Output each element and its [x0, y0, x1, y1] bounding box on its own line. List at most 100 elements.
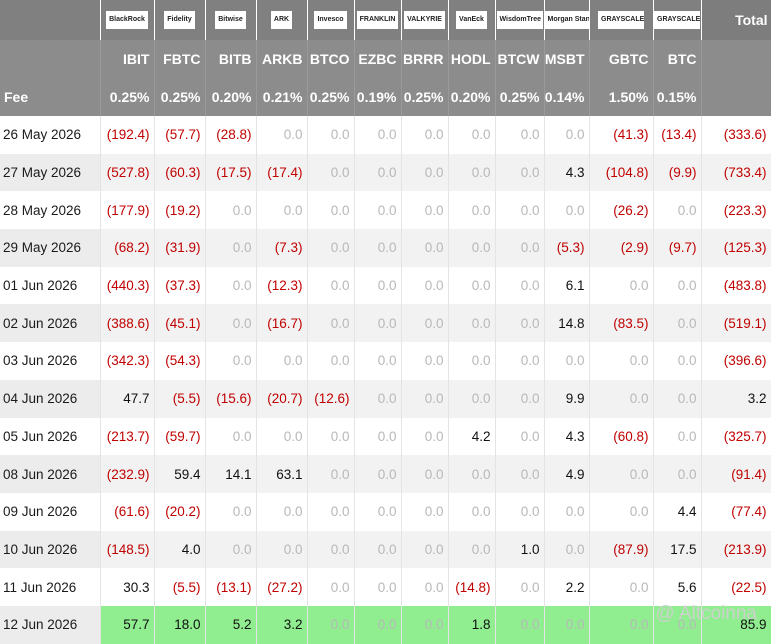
row-total: (125.3): [701, 229, 771, 267]
flow-value: 0.0: [256, 492, 308, 531]
fee-value: 0.25%: [307, 78, 355, 116]
flow-value: 0.0: [589, 568, 654, 606]
flow-value: 0.0: [495, 229, 545, 267]
flow-value: (60.8): [589, 417, 654, 456]
flow-value: 0.0: [495, 153, 545, 192]
fee-row: Fee 0.25% 0.25% 0.20% 0.21% 0.25% 0.19% 0.25% 0.…: [0, 78, 771, 116]
ticker-header: BTCW: [495, 40, 545, 78]
row-date: 01 Jun 2026: [0, 266, 101, 305]
row-total: (325.7): [701, 417, 771, 456]
row-date: 10 Jun 2026: [0, 530, 101, 569]
issuer-logo-cell: VALKYRIE: [401, 0, 449, 40]
flow-value: 0.0: [401, 191, 449, 230]
flow-value: 0.0: [495, 605, 545, 644]
flow-value: 0.0: [401, 266, 449, 305]
fee-value: 0.14%: [544, 78, 590, 116]
flow-value: 4.3: [544, 153, 590, 192]
etf-flows-table: BlackRock Fidelity Bitwise ARK Invesco FRANKL…: [0, 0, 771, 644]
flow-value: (177.9): [100, 191, 155, 230]
flow-value: 0.0: [448, 153, 496, 192]
flow-value: (41.3): [589, 116, 654, 154]
fee-value: 0.25%: [100, 78, 155, 116]
table-row: 09 Jun 2026 (61.6) (20.2) 0.0 0.0 0.0 0.0 0.0 0.…: [0, 492, 771, 531]
flow-value: (16.7): [256, 304, 308, 343]
flow-value: 0.0: [307, 530, 355, 569]
table-row: 05 Jun 2026 (213.7) (59.7) 0.0 0.0 0.0 0.0 0.0 4…: [0, 417, 771, 456]
flow-value: 0.0: [448, 304, 496, 343]
ticker-corner: [0, 40, 101, 78]
flow-value: 0.0: [401, 530, 449, 569]
issuer-logo: ARK: [270, 10, 293, 29]
flow-value: 0.0: [495, 492, 545, 531]
flow-value: 0.0: [307, 229, 355, 267]
flow-value: 0.0: [653, 417, 702, 456]
flow-value: 0.0: [495, 417, 545, 456]
flow-value: 0.0: [205, 342, 257, 380]
ticker-header: MSBT: [544, 40, 590, 78]
flow-value: 0.0: [307, 153, 355, 192]
flow-value: 0.0: [354, 605, 402, 644]
flow-value: (12.3): [256, 266, 308, 305]
flow-value: 0.0: [589, 455, 654, 493]
flow-value: 63.1: [256, 455, 308, 493]
flow-value: 0.0: [256, 191, 308, 230]
flow-value: 0.0: [354, 417, 402, 456]
flow-value: 0.0: [448, 266, 496, 305]
flow-value: 1.0: [495, 530, 545, 569]
flow-value: (5.5): [154, 379, 206, 418]
row-date: 03 Jun 2026: [0, 342, 101, 380]
flow-value: 0.0: [653, 191, 702, 230]
flow-value: 0.0: [653, 342, 702, 380]
flow-value: 0.0: [307, 266, 355, 305]
flow-value: 47.7: [100, 379, 155, 418]
issuer-logo: Morgan Stanley: [544, 10, 588, 29]
row-date: 05 Jun 2026: [0, 417, 101, 456]
flow-value: 0.0: [589, 605, 654, 644]
flow-value: 0.0: [256, 342, 308, 380]
flow-value: 0.0: [354, 191, 402, 230]
flow-value: 0.0: [354, 530, 402, 569]
flow-value: (57.7): [154, 116, 206, 154]
ticker-header: IBIT: [100, 40, 155, 78]
flow-value: 0.0: [307, 492, 355, 531]
flow-value: (61.6): [100, 492, 155, 531]
issuer-logo: GRAYSCALE: [654, 10, 700, 29]
flow-value: 0.0: [401, 116, 449, 154]
fee-value: 0.15%: [653, 78, 702, 116]
flow-value: 0.0: [589, 492, 654, 531]
flow-value: (527.8): [100, 153, 155, 192]
flow-value: 0.0: [256, 116, 308, 154]
ticker-header: FBTC: [154, 40, 206, 78]
fee-value: 1.50%: [589, 78, 654, 116]
table-row: 03 Jun 2026 (342.3) (54.3) 0.0 0.0 0.0 0.0 0.0 0…: [0, 342, 771, 380]
flow-value: 0.0: [448, 191, 496, 230]
flow-value: 0.0: [653, 455, 702, 493]
flow-value: (26.2): [589, 191, 654, 230]
flow-value: 0.0: [495, 568, 545, 606]
flow-value: 0.0: [448, 116, 496, 154]
flow-value: 0.0: [495, 116, 545, 154]
flow-value: 0.0: [401, 229, 449, 267]
flow-value: 0.0: [256, 417, 308, 456]
issuer-logo: BlackRock: [106, 10, 148, 29]
flow-value: 14.1: [205, 455, 257, 493]
issuer-logo-cell: BlackRock: [100, 0, 155, 40]
fee-value: 0.25%: [401, 78, 449, 116]
flow-value: (213.7): [100, 417, 155, 456]
flow-value: (2.9): [589, 229, 654, 267]
fee-value: 0.21%: [256, 78, 308, 116]
fee-value: 0.25%: [495, 78, 545, 116]
issuer-logo-cell: FRANKLIN: [354, 0, 402, 40]
watermark: @ Altcoinna: [655, 603, 757, 624]
flow-value: 0.0: [205, 266, 257, 305]
flow-value: (7.3): [256, 229, 308, 267]
issuer-logo: Bitwise: [215, 10, 246, 29]
flow-value: (192.4): [100, 116, 155, 154]
flow-value: 5.6: [653, 568, 702, 606]
table-row: 08 Jun 2026 (232.9) 59.4 14.1 63.1 0.0 0.0 0.0 0…: [0, 455, 771, 493]
flow-value: 2.2: [544, 568, 590, 606]
flow-value: (68.2): [100, 229, 155, 267]
flow-value: 0.0: [544, 116, 590, 154]
flow-value: 0.0: [354, 116, 402, 154]
table-row: 27 May 2026 (527.8) (60.3) (17.5) (17.4) 0.0 0…: [0, 153, 771, 192]
